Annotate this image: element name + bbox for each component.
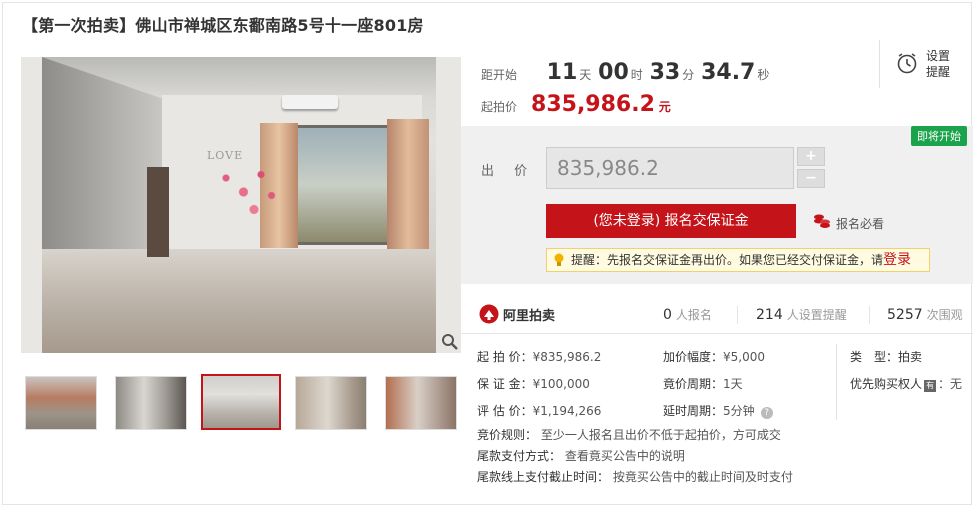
page-title: 【第一次拍卖】佛山市禅城区东鄱南路5号十一座801房 [22,16,424,35]
rule-payment: 尾款支付方式： 查看竟买公告中的说明 [477,446,793,467]
detail-value: 1天 [723,377,743,391]
rule-value: 按竟买公告中的截止时间及时支付 [612,470,793,484]
detail-value: 5分钟 [723,404,755,418]
thumbnail-1[interactable] [25,376,97,430]
start-price-unit: 元 [658,100,671,114]
detail-priority-buyer: 优先购买权人有：无 [850,375,962,392]
detail-key: 竟价周期： [663,377,724,391]
start-price-label: 起拍价 [481,100,518,114]
lightbulb-icon [554,253,564,266]
detail-deposit: 保 证 金：¥100,000 [477,375,590,392]
thumbnail-3-selected[interactable] [201,374,281,430]
coins-icon [814,214,830,228]
set-reminder-button[interactable]: 设置提醒 [879,40,959,88]
detail-key: 起 拍 价： [477,350,533,364]
detail-key: 延时周期： [663,404,724,418]
detail-key: 加价幅度： [663,350,724,364]
login-tip: 提醒：先报名交保证金再出价。如果您已经交付保证金，请登录 [546,248,930,272]
ali-auction-logo-icon [479,304,499,324]
status-badge: 即将开始 [911,126,967,146]
details-divider [836,344,837,420]
room-photo: LOVE [42,57,436,353]
signup-count-value: 0 [663,307,672,323]
rule-value: 查看竟买公告中的说明 [564,449,685,463]
view-count-label: 次围观 [926,308,963,322]
bid-amount-input[interactable]: 835,986.2 [546,147,794,189]
countdown: 距开始 11 天 00 时 33 分 34.7 秒 [481,60,772,85]
thumbnail-2[interactable] [115,376,187,430]
detail-appraisal: 评 估 价：¥1,194,266 [477,402,601,419]
rule-key: 竞价规则： [477,428,538,442]
signup-deposit-button[interactable]: (您未登录) 报名交保证金 [546,204,796,238]
magnifier-icon[interactable] [441,333,459,351]
detail-increment: 加价幅度：¥5,000 [663,348,765,365]
rule-value: 至少一人报名且出价不低于起拍价，方可成交 [540,428,781,442]
countdown-label: 距开始 [481,68,518,82]
countdown-days: 11 [546,60,578,85]
login-link[interactable]: 登录 [883,252,911,268]
countdown-minutes: 33 [649,60,681,85]
detail-value: ¥835,986.2 [532,350,602,364]
detail-key: 评 估 价： [477,404,533,418]
rule-bidding: 竞价规则： 至少一人报名且出价不低于起拍价，方可成交 [477,425,793,446]
detail-type: 类 型：拍卖 [850,348,922,365]
bid-label: 出 价 [481,164,536,179]
detail-key: 类 型： [850,350,899,364]
start-price-row: 起拍价 835,986.2 元 [481,92,671,117]
must-read-link[interactable]: 报名必看 [836,215,884,232]
bid-box: 即将开始 出 价 835,986.2 + − (您未登录) 报名交保证金 报名必… [461,126,973,284]
countdown-seconds-unit: 秒 [757,68,770,82]
main-photo[interactable]: LOVE [21,57,461,353]
divider [737,306,738,324]
countdown-hours-unit: 时 [630,68,643,82]
reminder-count: 214 人设置提醒 [756,306,847,323]
rule-key: 尾款支付方式： [477,449,562,463]
decrease-bid-button[interactable]: − [797,169,825,188]
auction-rules: 竞价规则： 至少一人报名且出价不低于起拍价，方可成交 尾款支付方式： 查看竟买公… [477,425,793,488]
countdown-minutes-unit: 分 [682,68,695,82]
priority-tag-icon: 有 [924,380,937,392]
tip-text: 提醒：先报名交保证金再出价。如果您已经交付保证金，请 [571,253,884,267]
detail-cycle: 竟价周期：1天 [663,375,743,392]
detail-value: 拍卖 [898,350,923,364]
reminder-count-label: 人设置提醒 [786,308,847,322]
reminder-count-value: 214 [756,307,783,323]
help-icon[interactable]: ? [760,407,773,419]
divider [869,306,870,324]
auction-panel: 距开始 11 天 00 时 33 分 34.7 秒 设置提醒 起拍价 835,986.2 … [461,40,973,505]
countdown-days-unit: 天 [579,68,592,82]
rule-deadline: 尾款线上支付截止时间： 按竟买公告中的截止时间及时支付 [477,467,793,488]
detail-value: ¥1,194,266 [532,404,602,418]
countdown-hours: 00 [598,60,629,85]
set-reminder-label: 设置提醒 [926,49,951,79]
view-count: 5257 次围观 [887,306,963,323]
signup-count: 0 人报名 [663,306,712,323]
thumbnail-5[interactable] [385,376,457,430]
thumbnail-4[interactable] [295,376,367,430]
detail-value: ¥5,000 [723,350,766,364]
ali-auction-brand: 阿里拍卖 [503,309,556,324]
detail-key: 优先购买权人 [850,377,923,391]
detail-start-price: 起 拍 价：¥835,986.2 [477,348,601,365]
detail-delay: 延时周期：5分钟? [663,402,773,419]
start-price-value: 835,986.2 [531,92,655,117]
auction-stats: 阿里拍卖 0 人报名 214 人设置提醒 5257 次围观 [461,294,973,334]
detail-key: 保 证 金： [477,377,533,391]
signup-count-label: 人报名 [675,308,712,322]
detail-value: ：无 [938,377,963,391]
detail-value: ¥100,000 [532,377,590,391]
view-count-value: 5257 [887,307,923,323]
alarm-clock-icon [897,53,917,74]
increase-bid-button[interactable]: + [797,147,825,166]
countdown-seconds: 34.7 [701,60,756,85]
rule-key: 尾款线上支付截止时间： [477,470,610,484]
